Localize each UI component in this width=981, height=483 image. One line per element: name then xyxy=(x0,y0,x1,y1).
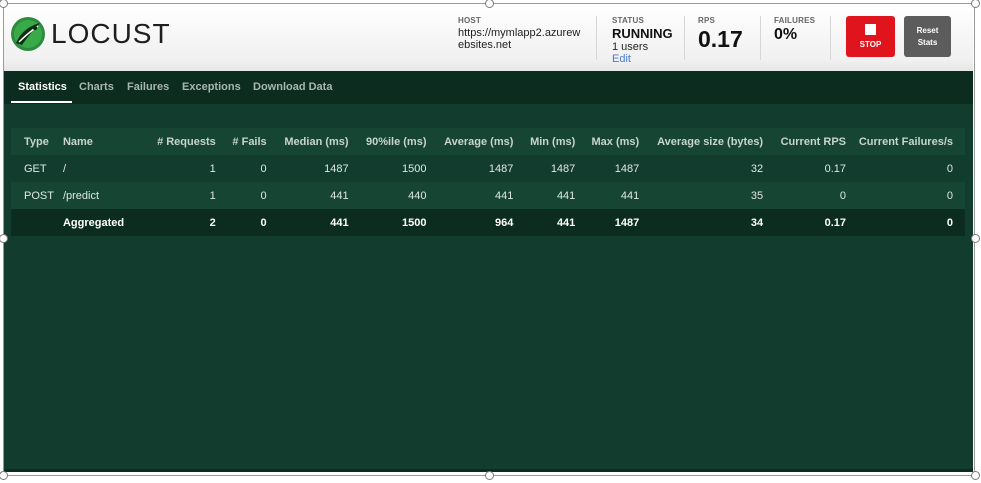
reset-label-line2: Stats xyxy=(917,38,938,47)
column-header[interactable]: Name xyxy=(62,128,125,155)
table-cell: 0 xyxy=(215,209,267,236)
resize-handle[interactable] xyxy=(971,0,980,8)
reset-label-line1: Reset xyxy=(916,26,939,35)
table-cell: 1 xyxy=(124,182,216,209)
table-cell: 1 xyxy=(124,155,216,182)
table-cell: Aggregated xyxy=(62,209,125,236)
host-box: HOST https://mymlapp2.azurewebsites.net xyxy=(458,16,583,51)
column-header[interactable]: Average (ms) xyxy=(426,128,514,155)
table-total-row: Aggregated 2 0 441 1500 964 441 1487 34 … xyxy=(11,209,965,236)
host-url: https://mymlapp2.azurewebsites.net xyxy=(458,27,581,51)
table-cell xyxy=(11,209,63,236)
table-cell: 441 xyxy=(513,209,576,236)
status-value: RUNNING xyxy=(612,26,673,41)
tab-failures[interactable]: Failures xyxy=(127,81,169,93)
table-cell: 1487 xyxy=(575,155,640,182)
table-cell: 1500 xyxy=(348,155,427,182)
stop-button[interactable]: STOP xyxy=(846,16,895,57)
table-cell: 34 xyxy=(639,209,764,236)
divider xyxy=(596,16,597,60)
column-header[interactable]: Average size (bytes) xyxy=(639,128,764,155)
locust-app: LOCUST HOST https://mymlapp2.azurewebsit… xyxy=(4,4,973,472)
header: LOCUST HOST https://mymlapp2.azurewebsit… xyxy=(4,4,973,71)
column-header[interactable]: Min (ms) xyxy=(513,128,576,155)
tab-download-data[interactable]: Download Data xyxy=(253,81,332,93)
table-cell: 440 xyxy=(348,182,427,209)
table-cell: / xyxy=(62,155,125,182)
table-cell: 1500 xyxy=(348,209,427,236)
rps-box: RPS 0.17 xyxy=(698,16,743,51)
column-header[interactable]: # Requests xyxy=(124,128,216,155)
resize-handle[interactable] xyxy=(0,471,8,480)
resize-handle[interactable] xyxy=(971,471,980,480)
tab-exceptions[interactable]: Exceptions xyxy=(182,81,241,93)
table-cell: 441 xyxy=(266,209,349,236)
status-label: STATUS xyxy=(612,16,645,25)
failures-value: 0% xyxy=(774,26,798,43)
stop-button-label: STOP xyxy=(859,40,882,49)
table-cell: 0 xyxy=(215,182,267,209)
tab-bar: Statistics Charts Failures Exceptions Do… xyxy=(4,71,973,104)
divider xyxy=(684,16,685,60)
table-cell: 0 xyxy=(763,182,847,209)
table-cell: 1487 xyxy=(513,155,576,182)
table-cell: 0 xyxy=(215,155,267,182)
table-cell: 0 xyxy=(846,182,965,209)
column-header[interactable]: Type xyxy=(11,128,63,155)
statistics-table: Type Name # Requests # Fails Median (ms)… xyxy=(11,128,965,236)
failures-box: FAILURES 0% xyxy=(774,16,815,44)
column-header[interactable]: Max (ms) xyxy=(575,128,640,155)
table-row: GET / 1 0 1487 1500 1487 1487 1487 32 0.… xyxy=(11,155,965,182)
table-cell: 0.17 xyxy=(763,155,847,182)
user-count: 1 users xyxy=(612,41,649,53)
rps-value: 0.17 xyxy=(698,26,743,52)
table-cell: 964 xyxy=(426,209,514,236)
table-cell: 1487 xyxy=(266,155,349,182)
stop-icon xyxy=(865,24,876,35)
rps-label: RPS xyxy=(698,16,716,25)
reset-stats-button[interactable]: Reset Stats xyxy=(904,16,951,57)
column-header[interactable]: Current Failures/s xyxy=(846,128,965,155)
column-header[interactable]: Median (ms) xyxy=(266,128,349,155)
divider xyxy=(760,16,761,60)
table-cell: 0 xyxy=(846,155,965,182)
table-cell: 2 xyxy=(124,209,216,236)
table-cell: 0.17 xyxy=(763,209,847,236)
status-box: STATUS RUNNING 1 users Edit xyxy=(612,16,673,65)
table-cell: 35 xyxy=(639,182,764,209)
table-cell: 441 xyxy=(513,182,576,209)
column-header[interactable]: Current RPS xyxy=(763,128,847,155)
tab-statistics[interactable]: Statistics xyxy=(18,81,67,93)
table-cell: 441 xyxy=(266,182,349,209)
table-cell: 441 xyxy=(426,182,514,209)
table-cell: 32 xyxy=(639,155,764,182)
table-cell: POST xyxy=(11,182,63,209)
active-tab-indicator xyxy=(11,101,72,103)
host-label: HOST xyxy=(458,16,482,25)
table-header-row: Type Name # Requests # Fails Median (ms)… xyxy=(11,128,965,155)
table-cell: 441 xyxy=(575,182,640,209)
tab-charts[interactable]: Charts xyxy=(79,81,114,93)
table-cell: /predict xyxy=(62,182,125,209)
divider xyxy=(830,16,831,60)
resize-handle[interactable] xyxy=(971,234,980,243)
table-cell: 0 xyxy=(846,209,965,236)
column-header[interactable]: 90%ile (ms) xyxy=(348,128,427,155)
column-header[interactable]: # Fails xyxy=(215,128,267,155)
table-cell: 1487 xyxy=(426,155,514,182)
logo-text: LOCUST xyxy=(51,18,171,49)
failures-label: FAILURES xyxy=(774,16,816,25)
table-row: POST /predict 1 0 441 440 441 441 441 35… xyxy=(11,182,965,209)
logo: LOCUST xyxy=(10,16,171,52)
table-cell: 1487 xyxy=(575,209,640,236)
locust-logo-icon xyxy=(11,17,45,51)
resize-handle[interactable] xyxy=(485,471,494,480)
table-cell: GET xyxy=(11,155,63,182)
edit-link[interactable]: Edit xyxy=(612,53,673,65)
